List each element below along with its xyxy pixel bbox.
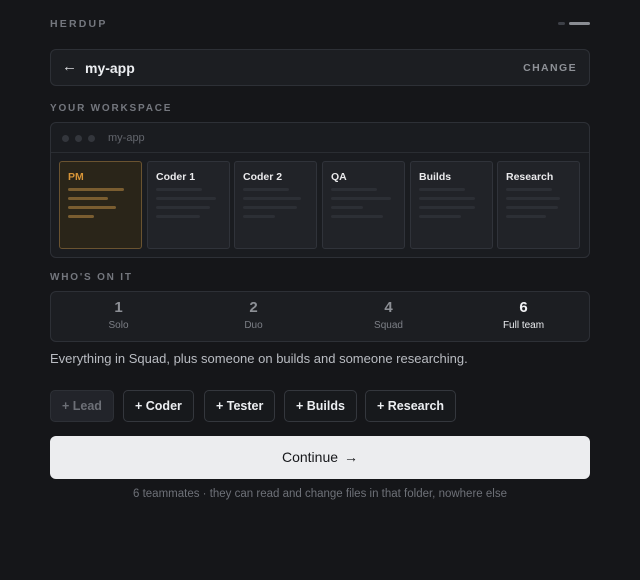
pane-placeholder-line [331, 206, 363, 209]
team-option-name: Solo [108, 320, 129, 331]
workspace-pane: QA [322, 161, 405, 249]
workspace-pane: Coder 1 [147, 161, 230, 249]
pane-placeholder-line [243, 197, 301, 200]
workspace-titlebar: my-app [51, 123, 589, 153]
window-dot-icon [75, 135, 82, 142]
workspace-pane: Research [497, 161, 580, 249]
step-progress-indicator [558, 22, 590, 25]
progress-step-2 [569, 22, 590, 25]
pane-placeholder-line [68, 206, 116, 209]
pane-placeholder-line [419, 206, 475, 209]
team-option-count: 4 [384, 299, 393, 316]
pane-placeholder-line [68, 188, 124, 191]
add-role-lead-button[interactable]: + Lead [50, 390, 114, 422]
team-option-duo[interactable]: 2 Duo [186, 292, 321, 341]
workspace-preview: my-app PM Coder 1 Coder 2 QA Builds Research [50, 122, 590, 258]
folder-selector: ← my-app CHANGE [50, 49, 590, 86]
pane-placeholder-line [243, 206, 297, 209]
pane-placeholder-line [243, 188, 289, 191]
workspace-pane: PM [59, 161, 142, 249]
workspace-window-title: my-app [108, 132, 145, 144]
add-role-tester-button[interactable]: + Tester [204, 390, 276, 422]
pane-placeholder-line [506, 188, 552, 191]
team-description: Everything in Squad, plus someone on bui… [50, 351, 468, 366]
team-option-name: Full team [502, 320, 545, 331]
pane-placeholder-line [243, 215, 275, 218]
pane-placeholder-line [331, 197, 391, 200]
team-option-full-team[interactable]: 6 Full team [456, 292, 591, 341]
pane-placeholder-line [68, 215, 94, 218]
team-size-selector: 1 Solo 2 Duo 4 Squad 6 Full team [50, 291, 590, 342]
pane-title: QA [331, 171, 347, 183]
team-label: WHO'S ON IT [50, 272, 133, 283]
workspace-pane: Coder 2 [234, 161, 317, 249]
window-dot-icon [62, 135, 69, 142]
footnote: 6 teammates · they can read and change f… [133, 488, 507, 500]
pane-title: Research [506, 171, 554, 183]
workspace-pane: Builds [410, 161, 493, 249]
pane-placeholder-line [331, 215, 383, 218]
pane-title: PM [68, 171, 84, 183]
pane-placeholder-line [331, 188, 377, 191]
pane-placeholder-line [506, 206, 558, 209]
change-folder-button[interactable]: CHANGE [523, 62, 577, 74]
pane-placeholder-line [156, 206, 210, 209]
pane-placeholder-line [156, 215, 200, 218]
team-option-name: Squad [374, 320, 403, 331]
pane-placeholder-line [419, 215, 461, 218]
arrow-right-icon: → [344, 449, 359, 465]
pane-placeholder-line [419, 188, 465, 191]
pane-placeholder-line [506, 215, 546, 218]
team-option-name: Duo [244, 320, 263, 331]
window-dot-icon [88, 135, 95, 142]
team-option-squad[interactable]: 4 Squad [321, 292, 456, 341]
team-option-solo[interactable]: 1 Solo [51, 292, 186, 341]
brand-title: HERDUP [50, 18, 108, 30]
add-role-builds-button[interactable]: + Builds [284, 390, 357, 422]
team-option-count: 1 [114, 299, 123, 316]
pane-placeholder-line [156, 197, 216, 200]
pane-placeholder-line [506, 197, 560, 200]
pane-title: Coder 2 [243, 171, 283, 183]
pane-title: Coder 1 [156, 171, 196, 183]
pane-title: Builds [419, 171, 452, 183]
progress-step-1 [558, 22, 565, 25]
pane-placeholder-line [156, 188, 202, 191]
team-option-count: 2 [249, 299, 258, 316]
folder-name: my-app [85, 60, 135, 76]
add-role-coder-button[interactable]: + Coder [123, 390, 194, 422]
workspace-label: YOUR WORKSPACE [50, 103, 173, 114]
back-arrow-icon[interactable]: ← [62, 58, 77, 75]
pane-placeholder-line [68, 197, 108, 200]
add-role-research-button[interactable]: + Research [365, 390, 457, 422]
continue-label: Continue [281, 449, 339, 465]
continue-button[interactable]: Continue → [50, 436, 590, 479]
team-option-count: 6 [519, 299, 528, 316]
pane-placeholder-line [419, 197, 475, 200]
